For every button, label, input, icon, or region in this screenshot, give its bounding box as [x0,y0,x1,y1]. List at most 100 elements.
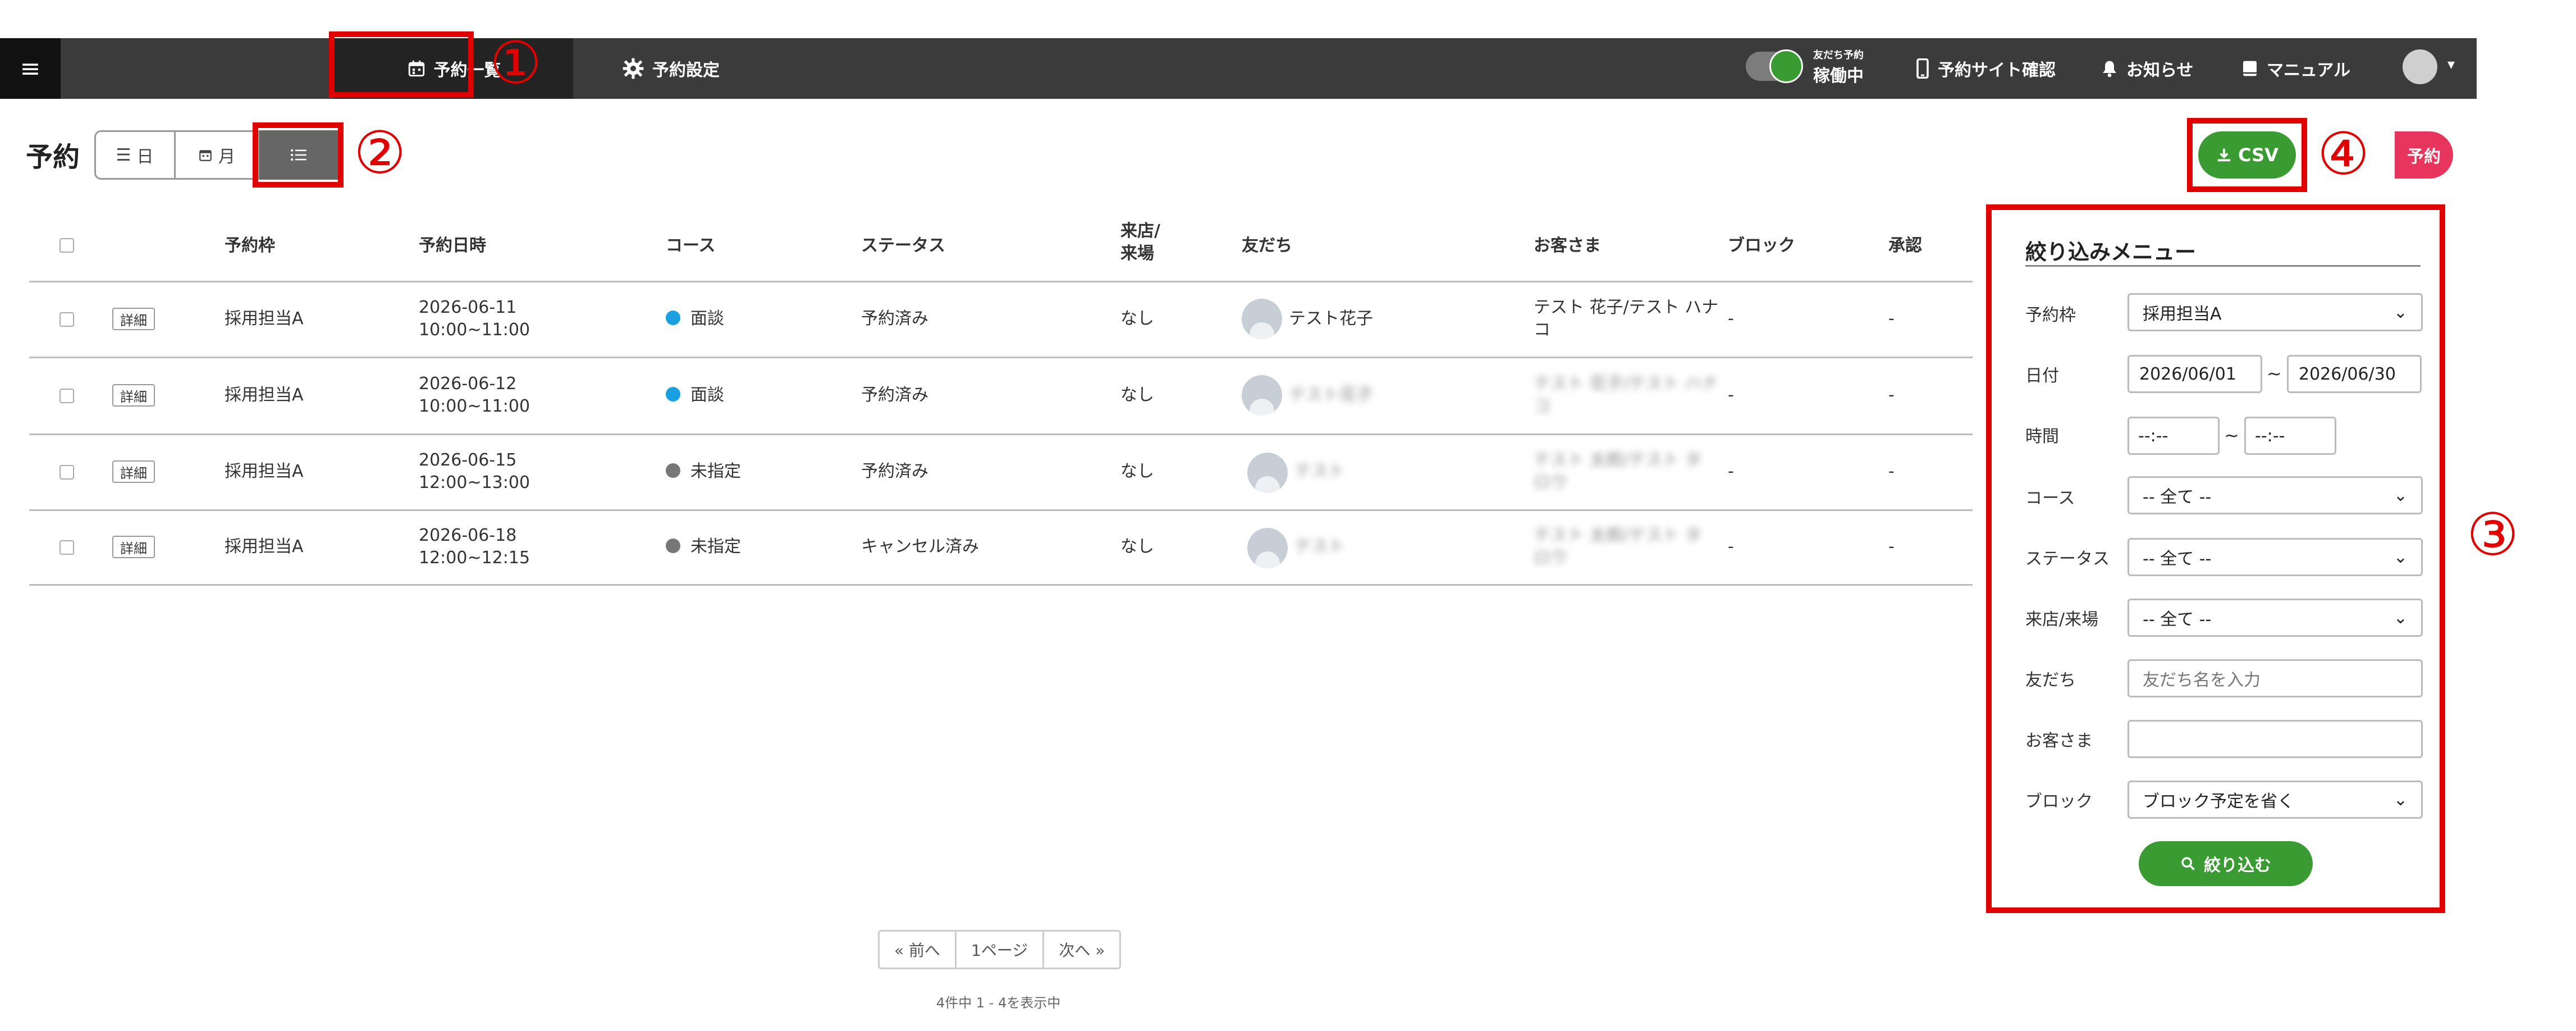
filter-time-to[interactable]: --:-- [2244,417,2336,455]
filter-friend-input[interactable]: 友だち名を入力 [2127,659,2423,697]
col-header-frame: 予約枠 [225,236,275,256]
row-course: 面談 [666,384,724,407]
row-block: - [1728,462,1734,481]
row-checkbox[interactable] [60,540,74,555]
row-divider [29,584,1973,586]
row-checkbox[interactable] [60,389,74,403]
nav-news[interactable]: お知らせ [2101,38,2193,99]
friend-avatar[interactable] [1247,453,1288,493]
row-visit: なし [1120,537,1154,556]
row-friend[interactable]: テスト花子 [1289,384,1373,407]
filter-course-select[interactable]: -- 全て -- ⌄ [2127,476,2423,514]
detail-button[interactable]: 詳細 [112,384,155,407]
user-avatar[interactable] [2403,49,2437,84]
friend-avatar[interactable] [1247,528,1288,568]
filter-friend-placeholder: 友だち名を入力 [2143,670,2261,690]
friend-avatar[interactable] [1242,375,1282,416]
filter-block-select[interactable]: ブロック予定を省く ⌄ [2127,781,2423,819]
course-dot-icon [666,539,680,553]
filter-time-from[interactable]: --:-- [2127,417,2220,455]
view-month-label: 月 [218,147,235,167]
pagination: « 前へ 1ページ 次へ » [878,930,1122,969]
filter-submit-label: 絞り込む [2204,856,2271,875]
filter-submit-button[interactable]: 絞り込む [2139,841,2313,886]
detail-button[interactable]: 詳細 [112,308,155,330]
view-day-button[interactable]: ☰ 日 [95,130,176,180]
filter-date-from-value: 2026/06/01 [2139,364,2236,384]
row-time: 12:00~13:00 [419,473,530,492]
row-time: 10:00~11:00 [419,320,530,340]
filter-status-select[interactable]: -- 全て -- ⌄ [2127,538,2423,576]
row-visit: なし [1120,385,1154,405]
row-course: 未指定 [666,460,741,483]
filter-label-time: 時間 [2025,427,2059,446]
row-approve: - [1888,385,1895,405]
row-approve: - [1888,537,1895,556]
annotation-number-4: ④ [2317,120,2370,188]
row-checkbox[interactable] [60,465,74,480]
filter-time-to-value: --:-- [2255,426,2285,446]
row-course-label: 未指定 [690,462,741,481]
view-day-label: 日 [136,147,154,167]
col-header-status: ステータス [861,236,945,256]
nav-site-check[interactable]: 予約サイト確認 [1915,38,2056,99]
toggle-knob[interactable] [1769,49,1803,83]
course-dot-icon [666,387,680,402]
detail-button[interactable]: 詳細 [112,460,155,483]
row-customer: テスト 花子/テスト ハナ コ [1534,374,1719,416]
nav-reservation-settings[interactable]: 予約設定 [622,38,720,99]
nav-reservation-settings-label: 予約設定 [652,61,720,80]
row-friend[interactable]: テスト花子 [1289,308,1373,330]
new-reservation-button[interactable]: 予約 [2395,131,2453,179]
row-course: 面談 [666,308,724,330]
filter-frame-select[interactable]: 採用担当A ⌄ [2127,293,2423,331]
pagination-next[interactable]: 次へ » [1044,932,1119,968]
page-title: 予約 [26,142,80,173]
filter-label-customer: お客さま [2025,731,2093,751]
calendar-icon [199,150,212,161]
filter-visit-select[interactable]: -- 全て -- ⌄ [2127,599,2423,637]
toggle-caption: 友だち予約 [1813,49,1864,61]
select-all-checkbox[interactable] [60,238,74,253]
col-header-datetime: 予約日時 [419,236,486,256]
filter-course-value: -- 全て -- [2143,487,2212,507]
row-visit: なし [1120,462,1154,481]
row-block: - [1728,309,1734,329]
col-header-course: コース [666,236,716,256]
annotation-number-1: ① [489,29,542,97]
row-checkbox[interactable] [60,312,74,327]
filter-menu-title: 絞り込みメニュー [2025,240,2197,264]
search-icon [2181,857,2195,870]
row-status: 予約済み [861,309,928,329]
row-date: 2026-06-12 [419,374,517,394]
filter-block-value: ブロック予定を省く [2143,792,2294,811]
bell-icon [2103,61,2116,77]
nav-news-label: お知らせ [2126,61,2194,80]
row-date: 2026-06-11 [419,298,517,317]
row-customer: テスト 太郎/テスト タ ロウ [1534,526,1702,568]
pagination-prev[interactable]: « 前へ [880,932,957,968]
row-friend[interactable]: テスト [1294,536,1345,558]
chevron-down-icon[interactable]: ▾ [2447,56,2455,73]
annotation-number-2: ② [354,118,406,187]
pagination-current-page[interactable]: 1ページ [957,932,1045,968]
chevron-down-icon: ⌄ [2393,302,2408,322]
filter-date-from[interactable]: 2026/06/01 [2127,355,2262,393]
row-time: 10:00~11:00 [419,396,530,416]
col-header-visit: 来店/ 来場 [1120,221,1160,263]
hamburger-menu-icon[interactable]: ≡ [0,38,61,99]
filter-date-to[interactable]: 2026/06/30 [2287,355,2422,393]
filter-customer-input[interactable] [2127,720,2423,758]
filter-date-to-value: 2026/06/30 [2299,364,2396,384]
friend-avatar[interactable] [1242,299,1282,339]
nav-manual[interactable]: マニュアル [2241,38,2350,99]
detail-button[interactable]: 詳細 [112,536,155,558]
view-month-button[interactable]: 月 [175,130,260,180]
row-visit: なし [1120,309,1154,329]
filter-time-from-value: --:-- [2138,426,2168,446]
filter-title-divider [2025,265,2421,267]
annotation-box-4 [2187,118,2307,192]
row-friend[interactable]: テスト [1294,460,1345,483]
nav-manual-label: マニュアル [2267,61,2351,80]
row-frame: 採用担当A [225,537,304,556]
